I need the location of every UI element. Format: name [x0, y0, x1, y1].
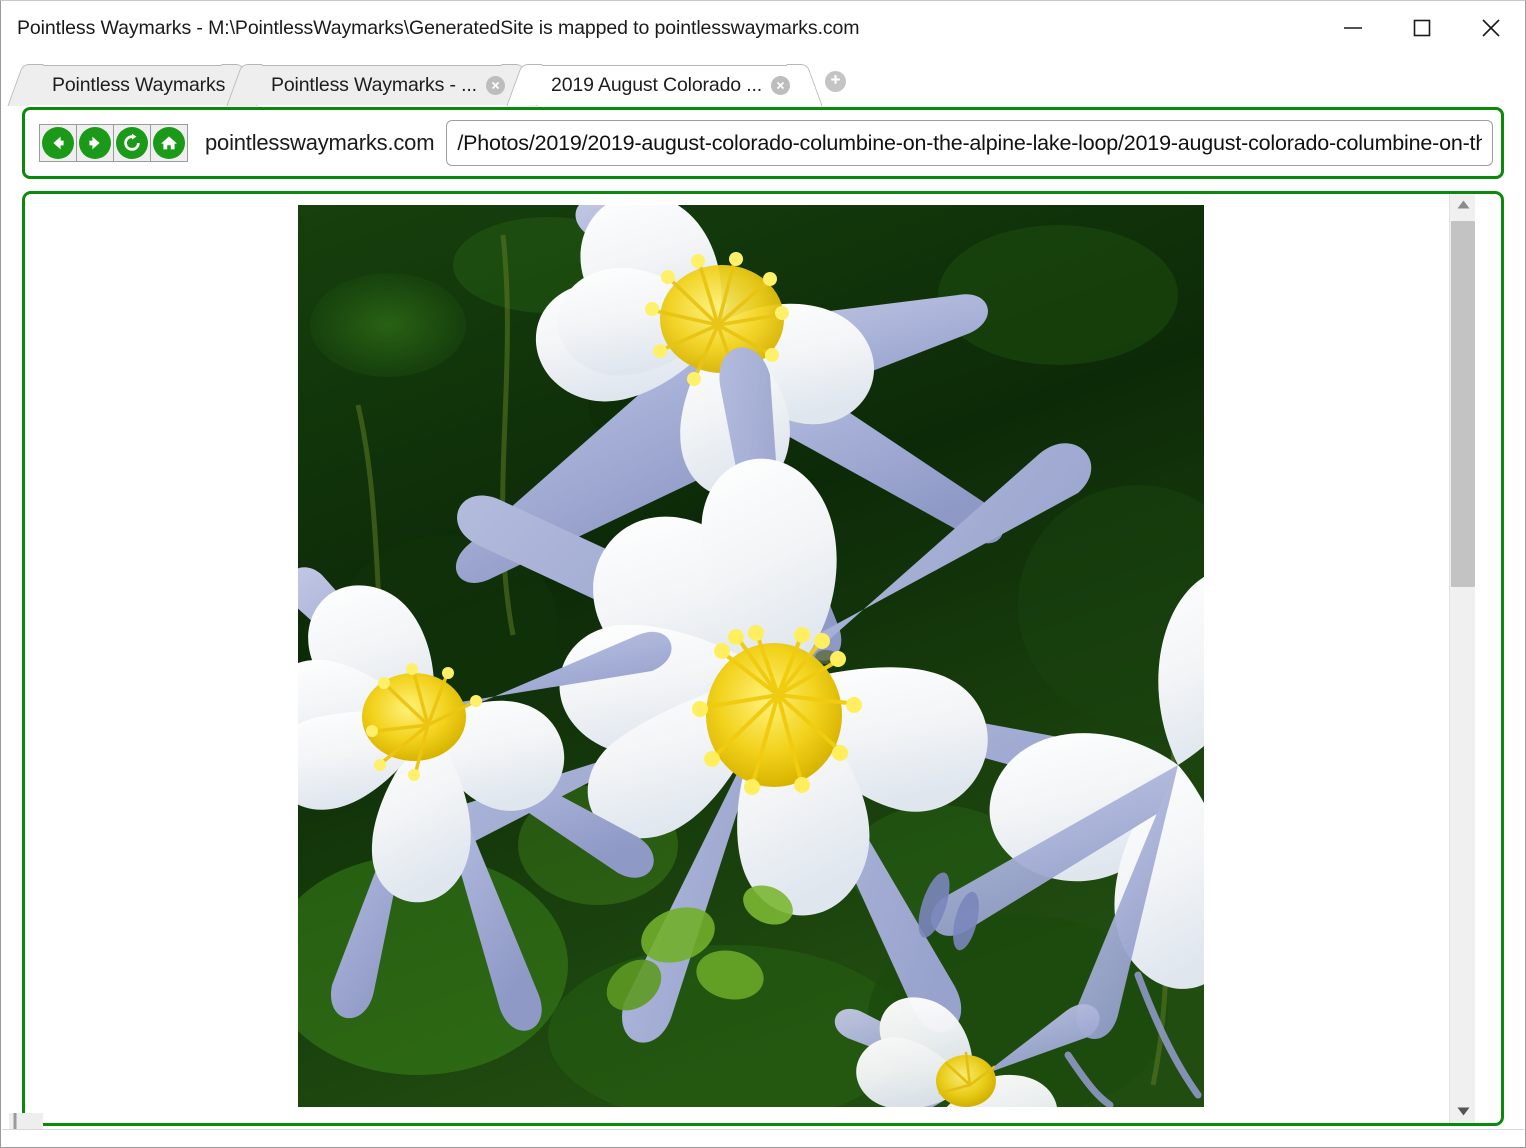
window-controls	[1318, 1, 1525, 55]
plus-icon	[829, 73, 842, 91]
tab-close-icon[interactable]	[771, 76, 791, 95]
triangle-down-icon	[1457, 1103, 1470, 1121]
page-viewport	[25, 194, 1475, 1123]
tab-label: Pointless Waymarks - ...	[271, 74, 477, 96]
site-host-label: pointlesswaymarks.com	[205, 130, 435, 155]
maximize-button[interactable]	[1387, 1, 1456, 55]
scroll-thumb[interactable]	[1451, 221, 1475, 587]
home-button[interactable]	[150, 124, 188, 162]
arrow-right-icon	[79, 127, 111, 159]
tab-label: Pointless Waymarks	[52, 74, 226, 96]
forward-button[interactable]	[76, 124, 114, 162]
status-strip	[2, 1129, 1524, 1147]
close-button[interactable]	[1456, 1, 1525, 55]
minimize-icon	[1342, 22, 1364, 34]
columbine-photo-image	[298, 205, 1204, 1107]
scroll-down-button[interactable]	[1450, 1101, 1475, 1123]
new-tab-button[interactable]	[825, 71, 846, 92]
vertical-scrollbar[interactable]	[1449, 194, 1475, 1123]
window-title: Pointless Waymarks - M:\PointlessWaymark…	[17, 16, 860, 39]
tab-2019-august-colorado[interactable]: 2019 August Colorado ...	[526, 65, 804, 105]
back-button[interactable]	[39, 124, 77, 162]
tab-pointless-waymarks-2[interactable]: Pointless Waymarks - ...	[246, 65, 518, 105]
tab-strip: Pointless Waymarks Pointless Waymarks - …	[1, 55, 1525, 105]
url-input[interactable]	[446, 120, 1493, 166]
tab-pointless-waymarks[interactable]: Pointless Waymarks	[27, 65, 239, 105]
minimize-button[interactable]	[1318, 1, 1387, 55]
reload-icon	[116, 127, 148, 159]
tab-label: 2019 August Colorado ...	[551, 74, 763, 96]
tab-close-icon[interactable]	[485, 76, 505, 95]
navigation-toolbar: pointlesswaymarks.com	[22, 107, 1504, 179]
title-bar: Pointless Waymarks - M:\PointlessWaymark…	[1, 1, 1525, 55]
page-content-area	[22, 191, 1504, 1126]
browser-window: Pointless Waymarks - M:\PointlessWaymark…	[0, 0, 1526, 1148]
reload-button[interactable]	[113, 124, 151, 162]
scroll-up-button[interactable]	[1450, 194, 1475, 216]
triangle-up-icon	[1457, 196, 1470, 214]
nav-button-group	[39, 124, 188, 162]
columbine-photo[interactable]	[298, 205, 1204, 1107]
home-icon	[153, 127, 185, 159]
arrow-left-icon	[42, 127, 74, 159]
close-icon	[1481, 18, 1501, 38]
maximize-icon	[1413, 19, 1431, 37]
